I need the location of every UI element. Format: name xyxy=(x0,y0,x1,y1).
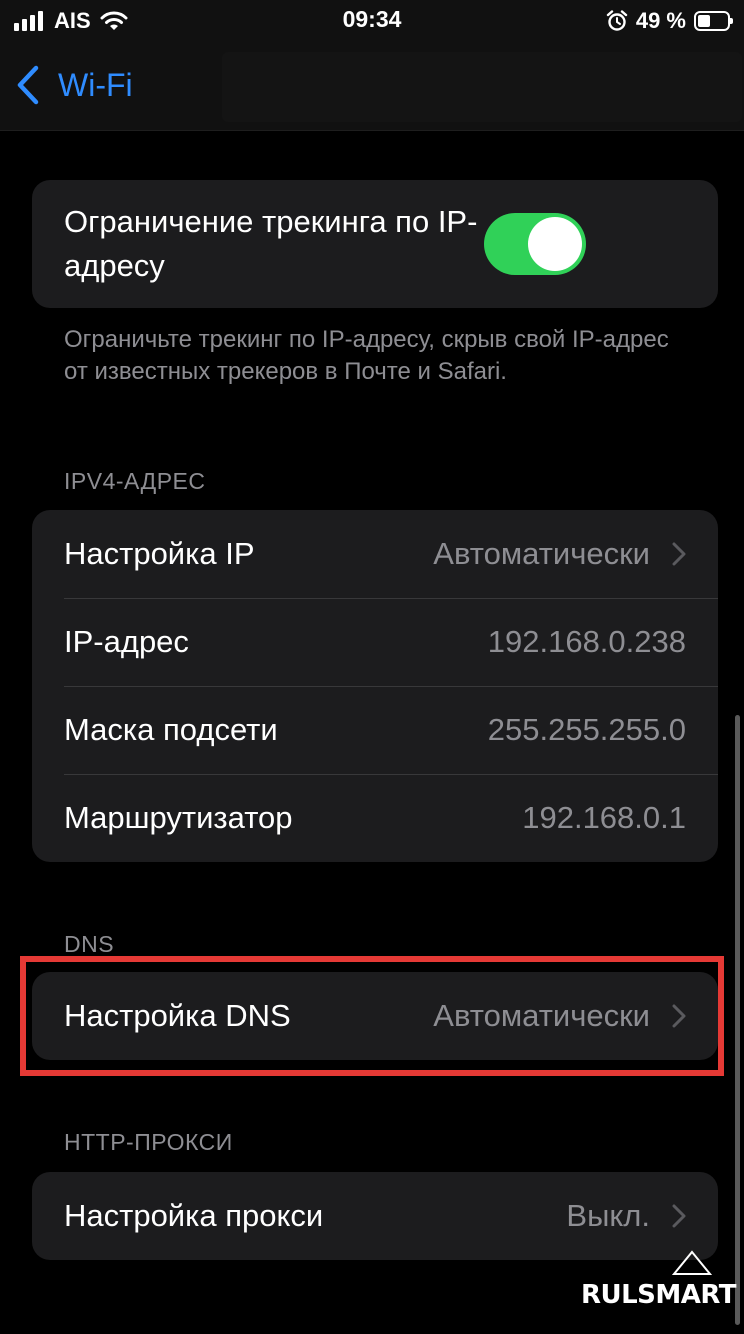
scroll-indicator[interactable] xyxy=(735,715,740,1325)
row-label: Маршрутизатор xyxy=(64,800,293,835)
proxy-configure-row[interactable]: Настройка прокси Выкл. xyxy=(32,1172,718,1260)
chevron-right-icon xyxy=(672,542,686,566)
tracking-row: Ограничение трекинга по IP-адресу xyxy=(32,180,718,308)
row-label: Настройка IP xyxy=(64,536,255,571)
back-button[interactable]: Wi-Fi xyxy=(16,64,133,106)
navigation-bar: Wi-Fi xyxy=(0,44,744,131)
tracking-toggle[interactable] xyxy=(484,213,586,275)
ipv4-card: Настройка IP Автоматически IP-адрес 192.… xyxy=(32,510,718,862)
alarm-icon xyxy=(606,10,628,31)
row-value: Выкл. xyxy=(566,1198,650,1233)
section-header-proxy: HTTP-ПРОКСИ xyxy=(64,1129,233,1155)
battery-level xyxy=(698,15,710,27)
nav-title-area xyxy=(222,52,742,122)
row-label: Маска подсети xyxy=(64,712,278,747)
watermark-logo: RULSMART xyxy=(581,1250,737,1310)
tracking-footer: Ограничьте трекинг по IP-адресу, скрыв с… xyxy=(64,326,669,385)
tracking-label-text: Ограничение трекинга по IP-адресу xyxy=(64,204,478,283)
section-header-ipv4: IPV4-АДРЕС xyxy=(64,468,206,494)
row-value: Автоматически xyxy=(433,536,650,571)
status-bar: AIS 09:34 49 % xyxy=(0,0,744,44)
ip-configure-row[interactable]: Настройка IP Автоматически xyxy=(32,510,718,598)
toggle-knob xyxy=(528,217,582,271)
row-value: 192.168.0.1 xyxy=(522,800,686,835)
row-value: 192.168.0.238 xyxy=(487,624,686,659)
battery-icon xyxy=(694,11,733,31)
subnet-mask-row: Маска подсети 255.255.255.0 xyxy=(32,686,718,774)
proxy-card: Настройка прокси Выкл. xyxy=(32,1172,718,1260)
chevron-left-icon xyxy=(17,65,39,105)
ip-address-row: IP-адрес 192.168.0.238 xyxy=(32,598,718,686)
watermark-text: RULSMART xyxy=(580,1280,737,1310)
row-value: 255.255.255.0 xyxy=(487,712,686,747)
row-label: Настройка прокси xyxy=(64,1198,324,1233)
section-header-dns: DNS xyxy=(64,931,115,957)
router-row: Маршрутизатор 192.168.0.1 xyxy=(32,774,718,862)
dns-highlight-box xyxy=(20,956,724,1076)
chevron-right-icon xyxy=(672,1204,686,1228)
triangle-icon xyxy=(672,1250,712,1275)
tracking-label: Ограничение трекинга по IP-адресу xyxy=(64,200,484,288)
status-right-group: 49 % xyxy=(606,8,733,34)
row-label: IP-адрес xyxy=(64,624,189,659)
tracking-card: Ограничение трекинга по IP-адресу xyxy=(32,180,718,308)
battery-percent: 49 % xyxy=(635,8,686,33)
back-label: Wi-Fi xyxy=(58,66,133,103)
